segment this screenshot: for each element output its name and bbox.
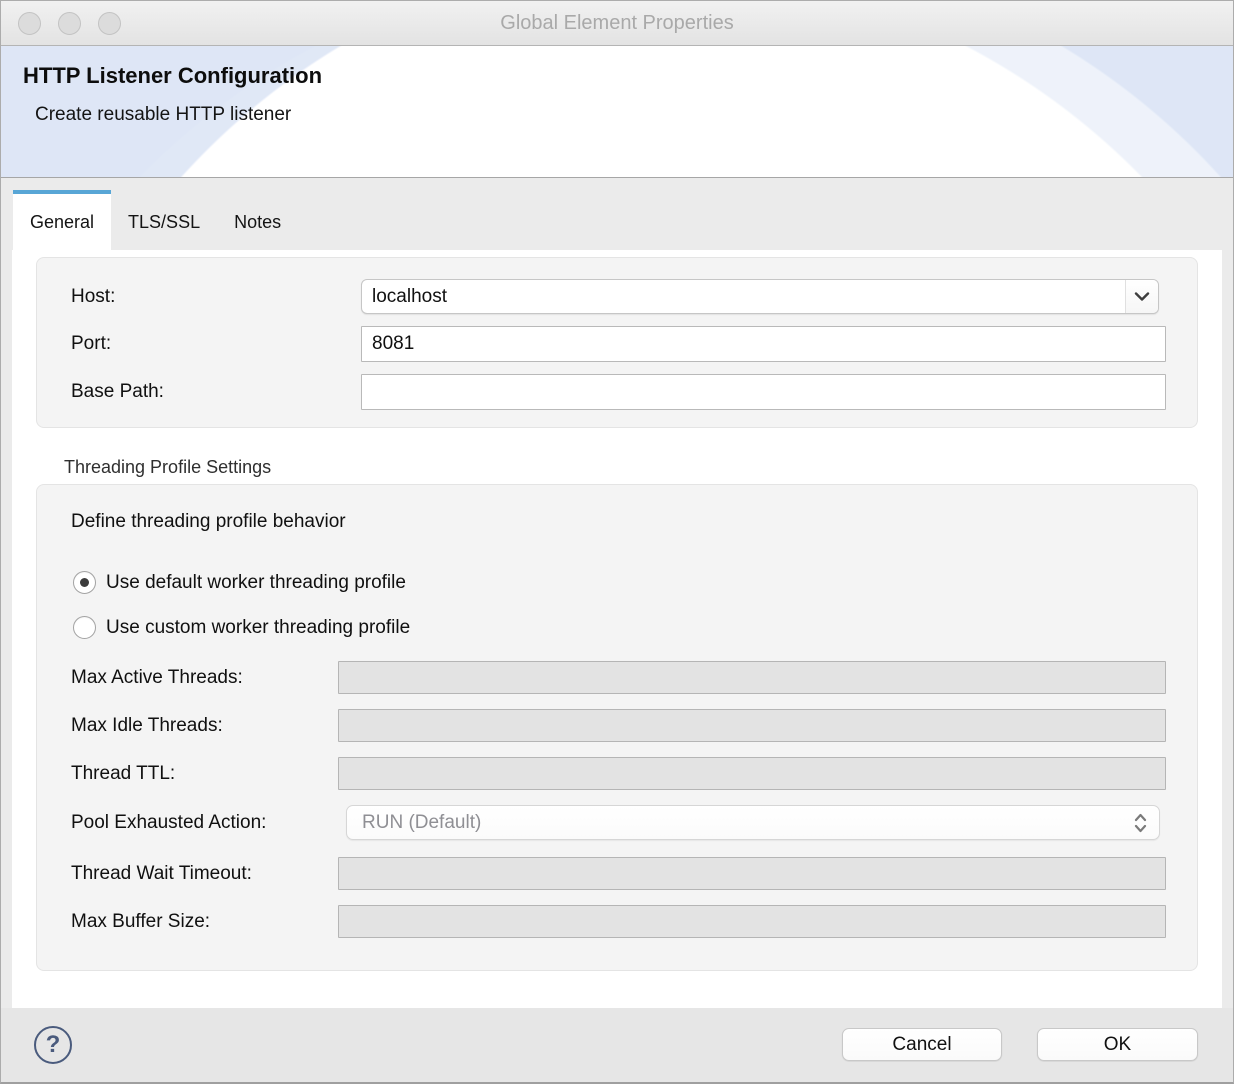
tab-general[interactable]: General <box>13 190 111 250</box>
page-title: HTTP Listener Configuration <box>1 46 1233 89</box>
max-idle-threads-input <box>338 709 1166 742</box>
threading-profile-section-title: Threading Profile Settings <box>64 457 1222 478</box>
max-idle-threads-row: Max Idle Threads: <box>71 709 1166 742</box>
max-active-threads-label: Max Active Threads: <box>71 667 338 689</box>
pool-exhausted-action-row: Pool Exhausted Action: RUN (Default) <box>71 805 1166 840</box>
minimize-window-icon[interactable] <box>58 12 81 35</box>
traffic-lights <box>18 12 121 35</box>
max-buffer-size-row: Max Buffer Size: <box>71 905 1166 938</box>
default-threading-radio[interactable] <box>73 571 96 594</box>
host-label: Host: <box>71 286 361 308</box>
default-threading-radio-row[interactable]: Use default worker threading profile <box>73 571 1166 594</box>
port-input[interactable] <box>361 326 1166 362</box>
cancel-button-label: Cancel <box>892 1034 951 1056</box>
max-active-threads-input <box>338 661 1166 694</box>
tab-notes[interactable]: Notes <box>217 190 298 250</box>
threading-description: Define threading profile behavior <box>71 511 1166 533</box>
footer-buttons: Cancel OK <box>842 1028 1198 1061</box>
pool-exhausted-action-value: RUN (Default) <box>362 812 1129 834</box>
ok-button-label: OK <box>1104 1034 1131 1056</box>
wizard-banner: HTTP Listener Configuration Create reusa… <box>1 46 1233 178</box>
chevron-down-icon <box>1134 292 1150 302</box>
tab-general-label: General <box>30 212 94 233</box>
chevron-up-down-icon <box>1133 812 1148 834</box>
thread-ttl-label: Thread TTL: <box>71 763 338 785</box>
dialog-footer: ? Cancel OK <box>1 1008 1233 1083</box>
base-path-input[interactable] <box>361 374 1166 410</box>
global-element-properties-dialog: Global Element Properties HTTP Listener … <box>0 0 1234 1084</box>
max-active-threads-row: Max Active Threads: <box>71 661 1166 694</box>
port-label: Port: <box>71 333 361 355</box>
thread-ttl-row: Thread TTL: <box>71 757 1166 790</box>
pool-exhausted-action-select: RUN (Default) <box>346 805 1160 840</box>
tab-tls-ssl[interactable]: TLS/SSL <box>111 190 217 250</box>
page-subtitle: Create reusable HTTP listener <box>1 89 1233 126</box>
close-window-icon[interactable] <box>18 12 41 35</box>
host-combobox <box>361 279 1159 314</box>
thread-ttl-input <box>338 757 1166 790</box>
connection-settings-group: Host: Port: Base Path: <box>36 257 1198 428</box>
max-buffer-size-input <box>338 905 1166 938</box>
help-icon[interactable]: ? <box>34 1026 72 1064</box>
default-threading-radio-label: Use default worker threading profile <box>106 572 406 594</box>
tab-tls-ssl-label: TLS/SSL <box>128 212 200 233</box>
threading-profile-group: Define threading profile behavior Use de… <box>36 484 1198 971</box>
pool-exhausted-action-label: Pool Exhausted Action: <box>71 812 338 834</box>
select-arrows <box>1129 812 1151 834</box>
custom-threading-radio-label: Use custom worker threading profile <box>106 617 410 639</box>
tab-content-general: Host: Port: Base Path: T <box>12 250 1222 1008</box>
cancel-button[interactable]: Cancel <box>842 1028 1002 1061</box>
custom-threading-radio[interactable] <box>73 616 96 639</box>
zoom-window-icon[interactable] <box>98 12 121 35</box>
help-glyph: ? <box>46 1031 61 1059</box>
max-idle-threads-label: Max Idle Threads: <box>71 715 338 737</box>
tab-notes-label: Notes <box>234 212 281 233</box>
thread-wait-timeout-input <box>338 857 1166 890</box>
base-path-label: Base Path: <box>71 381 361 403</box>
base-path-row: Base Path: <box>71 374 1166 410</box>
max-buffer-size-label: Max Buffer Size: <box>71 911 338 933</box>
custom-threading-radio-row[interactable]: Use custom worker threading profile <box>73 616 1166 639</box>
port-row: Port: <box>71 326 1166 362</box>
ok-button[interactable]: OK <box>1037 1028 1198 1061</box>
host-row: Host: <box>71 279 1166 314</box>
thread-wait-timeout-row: Thread Wait Timeout: <box>71 857 1166 890</box>
tab-bar: General TLS/SSL Notes <box>1 178 1233 250</box>
host-input[interactable] <box>362 280 1125 313</box>
host-dropdown-button[interactable] <box>1125 280 1158 313</box>
thread-wait-timeout-label: Thread Wait Timeout: <box>71 863 338 885</box>
window-title: Global Element Properties <box>1 12 1233 35</box>
title-bar[interactable]: Global Element Properties <box>1 1 1233 46</box>
